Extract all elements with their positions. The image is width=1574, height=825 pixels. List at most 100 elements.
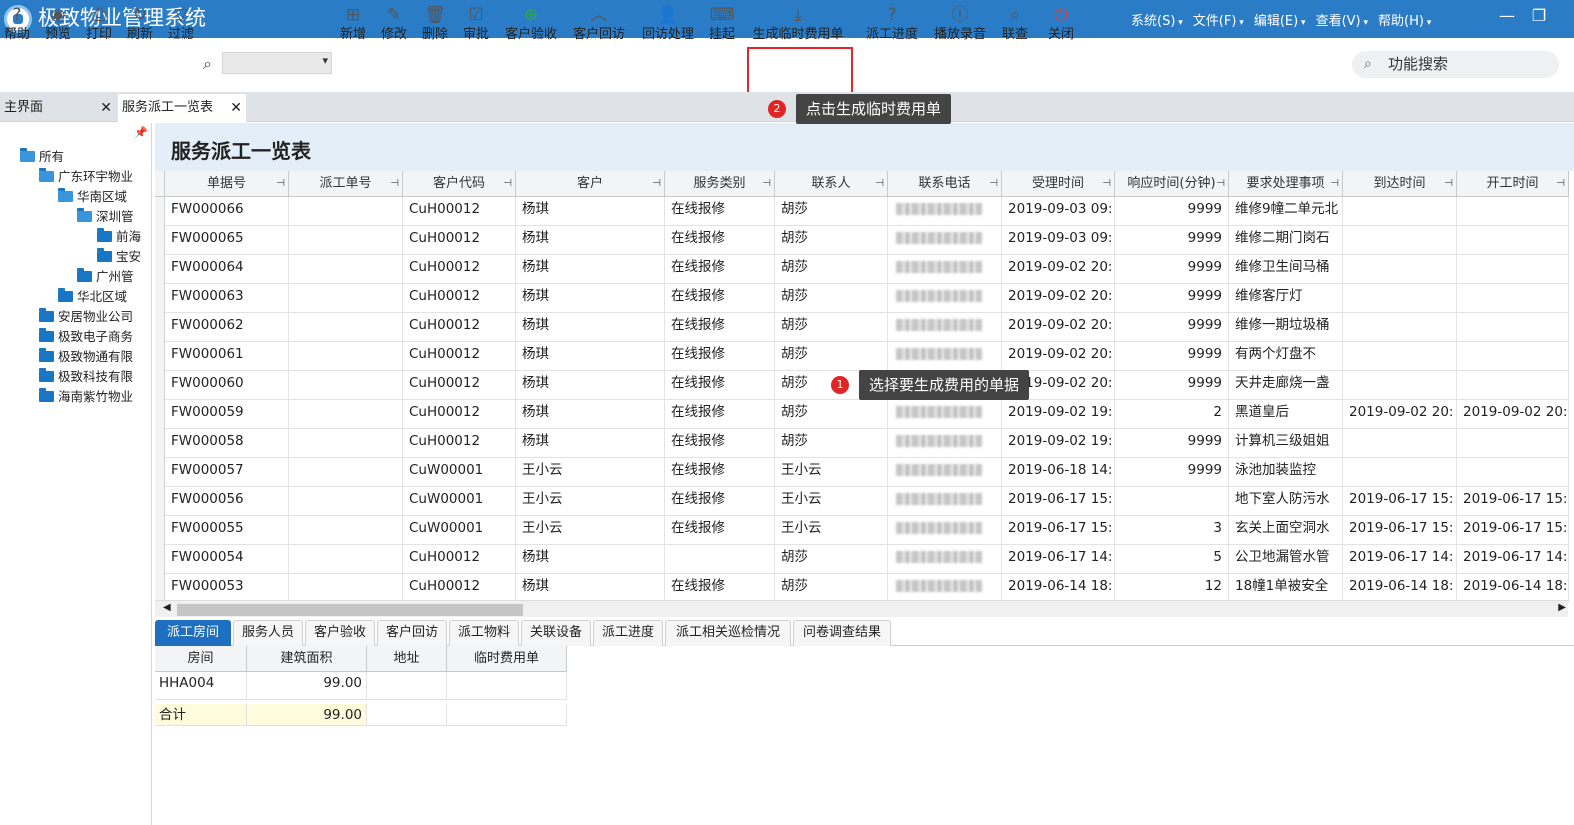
linked-query-button[interactable]: ⌕ 联查 xyxy=(1000,4,1030,50)
scroll-thumb[interactable] xyxy=(177,604,523,616)
table-cell[interactable]: 2019-09-02 20: xyxy=(1457,400,1569,429)
row-indicator[interactable] xyxy=(155,313,165,342)
menu-system[interactable]: 系统(S) xyxy=(1131,10,1183,29)
subtab[interactable]: 派工进度 xyxy=(593,620,663,646)
customer-acceptance-button[interactable]: ⊕ 客户验收 xyxy=(503,4,559,50)
column-header[interactable]: 联系人 ⊣ xyxy=(775,171,888,197)
redacted-phone-cell[interactable] xyxy=(888,313,1002,342)
table-cell[interactable]: 在线报修 xyxy=(665,284,775,313)
close-icon[interactable]: ✕ xyxy=(100,94,112,122)
toolbar-search-combo[interactable] xyxy=(222,52,332,74)
pin-icon[interactable]: ⊣ xyxy=(276,171,285,197)
column-header[interactable]: 开工时间 ⊣ xyxy=(1457,171,1569,197)
row-indicator[interactable] xyxy=(155,400,165,429)
table-cell[interactable]: 在线报修 xyxy=(665,516,775,545)
subtab[interactable]: 服务人员 xyxy=(233,620,303,646)
table-cell[interactable]: CuH00012 xyxy=(403,255,516,284)
subtab[interactable]: 派工物料 xyxy=(449,620,519,646)
table-cell[interactable] xyxy=(1343,197,1457,226)
table-cell[interactable]: FW000063 xyxy=(165,284,289,313)
redacted-phone-cell[interactable] xyxy=(888,516,1002,545)
row-indicator[interactable] xyxy=(155,516,165,545)
table-row[interactable]: FW000056 CuW00001 王小云 在线报修 王小云 2019-06-17 15:… xyxy=(155,487,1569,516)
row-indicator[interactable] xyxy=(155,545,165,574)
table-cell[interactable] xyxy=(1343,284,1457,313)
row-indicator[interactable] xyxy=(155,197,165,226)
row-indicator[interactable] xyxy=(155,284,165,313)
table-cell[interactable]: 9999 xyxy=(1115,313,1229,342)
table-cell[interactable]: CuH00012 xyxy=(403,371,516,400)
row-indicator[interactable] xyxy=(155,371,165,400)
table-cell[interactable]: 18幢1单被安全 xyxy=(1229,574,1343,603)
table-cell[interactable]: 杨琪 xyxy=(516,342,665,371)
table-cell[interactable] xyxy=(289,342,403,371)
table-cell[interactable] xyxy=(289,371,403,400)
table-row[interactable]: FW000053 CuH00012 杨琪 在线报修 胡莎 2019-06-14 18: 12… xyxy=(155,574,1569,603)
table-cell[interactable]: 在线报修 xyxy=(665,400,775,429)
column-header[interactable]: 房间 xyxy=(155,646,247,672)
table-cell[interactable] xyxy=(1457,371,1569,400)
table-cell[interactable]: 杨琪 xyxy=(516,574,665,603)
table-cell[interactable]: CuH00012 xyxy=(403,313,516,342)
pin-icon[interactable]: ⊣ xyxy=(762,171,771,197)
pin-icon[interactable]: ⊣ xyxy=(652,171,661,197)
column-header[interactable]: 要求处理事项 ⊣ xyxy=(1229,171,1343,197)
table-row[interactable]: FW000055 CuW00001 王小云 在线报修 王小云 2019-06-17 15:… xyxy=(155,516,1569,545)
table-cell[interactable]: 9999 xyxy=(1115,284,1229,313)
table-cell[interactable]: 在线报修 xyxy=(665,342,775,371)
table-cell[interactable] xyxy=(289,226,403,255)
pin-icon[interactable]: 📌 xyxy=(134,126,148,139)
table-row[interactable]: FW000063 CuH00012 杨琪 在线报修 胡莎 2019-09-02 20: 99… xyxy=(155,284,1569,313)
table-cell[interactable]: 王小云 xyxy=(516,458,665,487)
table-cell[interactable]: 在线报修 xyxy=(665,197,775,226)
table-cell[interactable]: 泳池加装监控 xyxy=(1229,458,1343,487)
table-cell[interactable]: 在线报修 xyxy=(665,574,775,603)
tree-node[interactable]: 安居物业公司 xyxy=(39,307,133,327)
redacted-phone-cell[interactable] xyxy=(888,284,1002,313)
table-cell[interactable]: CuH00012 xyxy=(403,400,516,429)
close-button[interactable]: ⏻ 关闭 xyxy=(1047,4,1075,50)
redacted-phone-cell[interactable] xyxy=(888,342,1002,371)
table-cell[interactable]: 地下室人防污水 xyxy=(1229,487,1343,516)
table-cell[interactable]: 9999 xyxy=(1115,342,1229,371)
table-cell[interactable]: 胡莎 xyxy=(775,574,888,603)
table-cell[interactable]: 维修卫生间马桶 xyxy=(1229,255,1343,284)
tree-node[interactable]: 极致电子商务 xyxy=(39,327,133,347)
column-header[interactable]: 服务类别 ⊣ xyxy=(665,171,775,197)
minimize-icon[interactable]: — xyxy=(1498,6,1516,25)
table-cell[interactable]: CuH00012 xyxy=(403,545,516,574)
table-cell[interactable]: 2019-06-18 14: xyxy=(1002,458,1115,487)
table-cell[interactable] xyxy=(1343,313,1457,342)
table-row[interactable]: FW000054 CuH00012 杨琪 胡莎 2019-06-17 14: 5 公卫地漏管… xyxy=(155,545,1569,574)
table-cell[interactable] xyxy=(289,487,403,516)
table-cell[interactable]: 2019-06-17 14: xyxy=(1002,545,1115,574)
redacted-phone-cell[interactable] xyxy=(888,458,1002,487)
pin-icon[interactable]: ⊣ xyxy=(989,171,998,197)
suspend-button[interactable]: ⌨ 挂起 xyxy=(708,4,736,50)
table-cell[interactable]: 杨琪 xyxy=(516,400,665,429)
table-cell[interactable]: 胡莎 xyxy=(775,429,888,458)
menu-edit[interactable]: 编辑(E) xyxy=(1254,10,1306,29)
tree-node[interactable]: 极致科技有限 xyxy=(39,367,133,387)
print-button[interactable]: ⎙ 打印 xyxy=(85,4,113,50)
table-cell[interactable]: 9999 xyxy=(1115,226,1229,255)
table-cell[interactable]: CuH00012 xyxy=(403,197,516,226)
column-header[interactable]: 客户 ⊣ xyxy=(516,171,665,197)
table-cell[interactable]: 杨琪 xyxy=(516,429,665,458)
row-indicator[interactable] xyxy=(155,342,165,371)
menu-file[interactable]: 文件(F) xyxy=(1193,10,1244,29)
column-header[interactable]: 客户代码 ⊣ xyxy=(403,171,516,197)
table-cell[interactable]: 胡莎 xyxy=(775,226,888,255)
table-cell[interactable] xyxy=(289,545,403,574)
table-cell[interactable] xyxy=(1343,255,1457,284)
table-cell[interactable]: FW000053 xyxy=(165,574,289,603)
table-cell[interactable]: FW000061 xyxy=(165,342,289,371)
table-cell[interactable]: 王小云 xyxy=(516,516,665,545)
table-cell[interactable]: 2019-09-02 20: xyxy=(1002,284,1115,313)
menu-help[interactable]: 帮助(H) xyxy=(1378,10,1431,29)
table-cell[interactable]: 杨琪 xyxy=(516,313,665,342)
tree-node[interactable]: 华南区域 xyxy=(58,187,127,207)
table-cell[interactable] xyxy=(289,197,403,226)
redacted-phone-cell[interactable] xyxy=(888,255,1002,284)
table-cell[interactable]: 在线报修 xyxy=(665,429,775,458)
